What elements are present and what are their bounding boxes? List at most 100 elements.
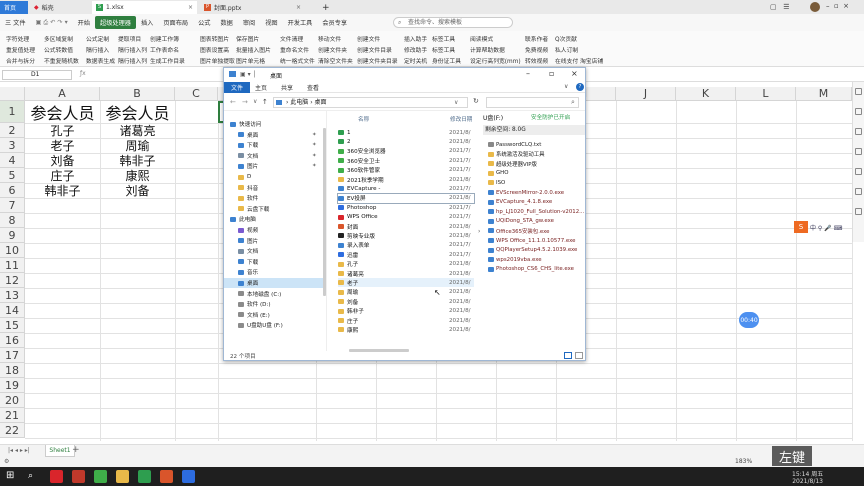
file-list-item[interactable]: 迅雷 2021/7/ [338,250,474,259]
ribbon-item[interactable]: 标签工具 [432,45,455,54]
nav-item[interactable]: 软件 (D:) [224,299,323,309]
ribbon-item[interactable]: 提取项目 [118,34,141,43]
sheet-nav-icons[interactable]: |◂ ◂ ▸ ▸| [8,447,30,454]
file-list-item[interactable]: 周瑜 2021/8/ [338,288,474,297]
ribbon-item[interactable]: 创建文件 [357,34,380,43]
recording-timer-badge[interactable]: 00:40 [739,312,759,328]
cell-b4[interactable]: 韩非子 [100,153,175,168]
column-header-date[interactable]: 修改日期 [450,115,472,123]
wps-app-icon[interactable] [50,470,63,483]
row-header[interactable]: 11 [0,258,25,273]
row-header[interactable]: 5 [0,168,25,183]
menu-formula[interactable]: 公式 [193,18,215,27]
ribbon-item[interactable]: 插入助手 [404,34,427,43]
zoom-level[interactable]: 183% [735,458,752,465]
cell-a1[interactable]: 参会人员 [25,101,100,123]
ribbon-item[interactable]: 工作表命名 [150,45,179,54]
ribbon-item[interactable]: 修改助手 [404,45,427,54]
ribbon-item[interactable]: 标签工具 [432,34,455,43]
ribbon-item[interactable]: 免费视频 [525,45,548,54]
cell-b3[interactable]: 周瑜 [100,138,175,153]
navigation-pane[interactable]: 快速访问 桌面 ✦ 下载 ✦ 文档 ✦ 图片 ✦ D 抖音 软件 云盘下载 此电脑 视频 图片 文档 下载 音乐 桌面… [224,111,327,351]
sidebar-tool-icon[interactable] [855,208,862,215]
nav-item[interactable]: 云盘下载 [224,204,323,214]
sidebar-tool-icon[interactable] [855,148,862,155]
file-list-item[interactable]: 封面 2021/8/ [338,222,474,231]
usb-file-item[interactable]: 超级处理器VIP版 [488,159,537,168]
back-icon[interactable]: ← [230,98,236,106]
row-header[interactable]: 22 [0,423,25,438]
file-list-item[interactable]: 360安全浏览器 2021/7/ [338,147,474,156]
row-header[interactable]: 19 [0,378,25,393]
ribbon-item[interactable]: 图表转图片 [200,34,229,43]
file-list-item[interactable]: 庄子 2021/8/ [338,316,474,325]
ribbon-item[interactable]: 私人订制 [555,45,578,54]
column-header[interactable]: C [175,87,218,101]
chevron-down-icon[interactable]: ∨ [564,83,568,90]
sidebar-tool-icon[interactable] [855,168,862,175]
ribbon-item[interactable]: 创建文件夹目录 [357,56,398,65]
row-header[interactable]: 18 [0,363,25,378]
usb-popup-panel[interactable]: U盘(F:) 安全防护已开启 剩余空间: 8.0G PasswordCLQ.tx… [479,111,585,351]
ribbon-item[interactable]: 公式转数值 [44,45,73,54]
ime-toolbar[interactable]: 中 ⚲ 🎤 ⌨ [810,223,842,232]
column-header[interactable]: K [676,87,736,101]
row-header[interactable]: 4 [0,153,25,168]
ribbon-item[interactable]: 淘宝店铺 [580,56,603,65]
ribbon-item[interactable]: Q次贡献 [555,34,577,43]
row-header[interactable]: 14 [0,303,25,318]
ribbon-item[interactable]: 创建文件夹 [318,45,347,54]
row-header[interactable]: 13 [0,288,25,303]
nav-item[interactable]: 视频 [224,225,323,235]
menu-insert[interactable]: 插入 [136,18,158,27]
menu-data[interactable]: 数据 [215,18,237,27]
nav-item[interactable]: 文档 (E:) [224,310,323,320]
nav-item[interactable]: 软件 [224,193,323,203]
sheet-tab[interactable]: Sheet1 [45,445,75,457]
ribbon-item[interactable]: 批量插入图片 [236,45,271,54]
ribbon-item[interactable]: 图表设置高 [200,45,229,54]
explorer-search-input[interactable]: ⌕ [486,97,579,108]
help-icon[interactable]: ? [576,83,584,91]
cell-a3[interactable]: 老子 [25,138,100,153]
cell-b5[interactable]: 康熙 [100,168,175,183]
usb-file-item[interactable]: Office365安装包.exe [488,226,549,235]
usb-file-item[interactable]: EVScreenMirror-2.0.0.exe [488,188,564,197]
file-list-item[interactable]: 老子 2021/8/ [338,278,474,288]
row-header[interactable]: 2 [0,123,25,138]
app-icon[interactable] [72,470,85,483]
fx-icon[interactable]: ƒx [80,70,86,77]
row-header[interactable]: 10 [0,243,25,258]
select-all-corner[interactable] [0,87,25,101]
ribbon-item[interactable]: 公式定制 [86,34,109,43]
cell-a5[interactable]: 庄子 [25,168,100,183]
nav-item[interactable]: 抖音 [224,183,323,193]
menu-page-layout[interactable]: 页面布局 [158,18,193,27]
search-input[interactable]: ⌕ 查找命令、搜索模板 [393,17,513,28]
file-list-item[interactable]: 360软件管家 2021/7/ [338,166,474,175]
ribbon-item[interactable]: 合并与拆分 [6,56,35,65]
sidebar-tool-icon[interactable] [855,188,862,195]
row-header[interactable]: 17 [0,348,25,363]
ribbon-item[interactable]: 移动文件 [318,34,341,43]
usb-file-item[interactable]: WPS Office_11.1.0.10577.exe [488,236,575,245]
nav-item[interactable]: 快速访问 [224,119,323,129]
ribbon-item[interactable]: 创建文件目录 [357,45,392,54]
windows-start-icon[interactable]: ⊞ [6,470,19,483]
menu-review[interactable]: 审阅 [238,18,260,27]
file-list-item[interactable]: 刘备 2021/8/ [338,297,474,306]
file-list-item[interactable]: 1 2021/8/ [338,128,474,137]
column-header-name[interactable]: 名称 [358,115,369,123]
ribbon-item[interactable]: 图片单元格 [236,56,265,65]
nav-item[interactable]: D [224,172,323,182]
ribbon-item[interactable]: 创建工作簿 [150,34,179,43]
menu-developer[interactable]: 开发工具 [283,18,318,27]
chevron-down-icon[interactable]: ∨ [454,98,458,107]
file-list-item[interactable]: 2021秋季学期 2021/8/ [338,175,474,184]
maximize-button[interactable]: ▫ [549,69,554,78]
nav-item[interactable]: 文档 ✦ [224,151,323,161]
usb-file-item[interactable]: GHO [488,169,508,178]
row-header[interactable]: 3 [0,138,25,153]
refresh-icon[interactable]: ↻ [473,97,479,105]
chevron-down-icon[interactable]: ∨ [253,98,257,105]
